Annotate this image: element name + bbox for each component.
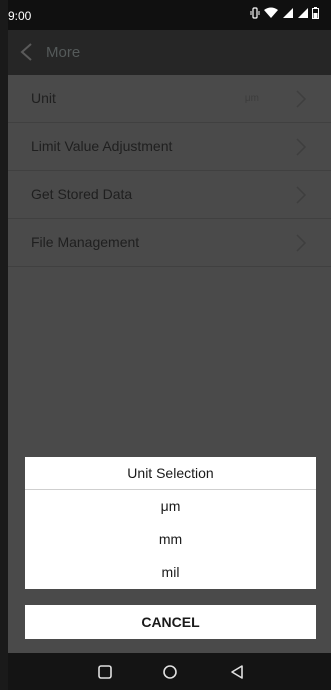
cancel-button[interactable]: CANCEL (25, 605, 316, 639)
page-title: More (46, 44, 81, 61)
menu-item-label: Limit Value Adjustment (31, 138, 173, 154)
menu-item-file-management[interactable]: File Management (8, 219, 331, 267)
unit-selection-dialog: Unit Selection μm mm mil (25, 457, 316, 589)
home-icon[interactable] (161, 663, 179, 681)
chevron-right-icon (296, 90, 307, 108)
menu-item-limit-value-adjustment[interactable]: Limit Value Adjustment (8, 123, 331, 171)
menu-item-label: Unit (31, 90, 56, 106)
unit-option-mil[interactable]: mil (25, 556, 316, 589)
chevron-right-icon (296, 138, 307, 156)
app-bar: More (8, 30, 331, 75)
menu-item-value: μm (244, 93, 259, 104)
back-icon[interactable] (228, 663, 246, 681)
signal-icon (283, 8, 293, 18)
recents-icon[interactable] (96, 663, 114, 681)
status-time: 9:00 (8, 9, 32, 23)
menu-item-unit[interactable]: Unit μm (8, 75, 331, 123)
menu-item-label: File Management (31, 234, 140, 250)
chevron-left-icon[interactable] (18, 42, 36, 62)
chevron-right-icon (296, 234, 307, 252)
phone-screen: 9:00 More Unit μm Limit Value Adjustment… (8, 0, 331, 690)
settings-menu: Unit μm Limit Value Adjustment Get Store… (8, 75, 331, 267)
status-icons (250, 7, 319, 19)
menu-item-get-stored-data[interactable]: Get Stored Data (8, 171, 331, 219)
system-nav-bar (8, 653, 331, 690)
signal-icon (298, 8, 308, 18)
battery-icon (312, 7, 319, 19)
status-bar: 9:00 (8, 0, 331, 30)
dialog-title: Unit Selection (25, 457, 316, 490)
chevron-right-icon (296, 186, 307, 204)
wifi-icon (264, 7, 278, 18)
unit-option-um[interactable]: μm (25, 490, 316, 523)
vibrate-icon (250, 7, 260, 19)
unit-option-mm[interactable]: mm (25, 523, 316, 556)
menu-item-label: Get Stored Data (31, 186, 133, 202)
